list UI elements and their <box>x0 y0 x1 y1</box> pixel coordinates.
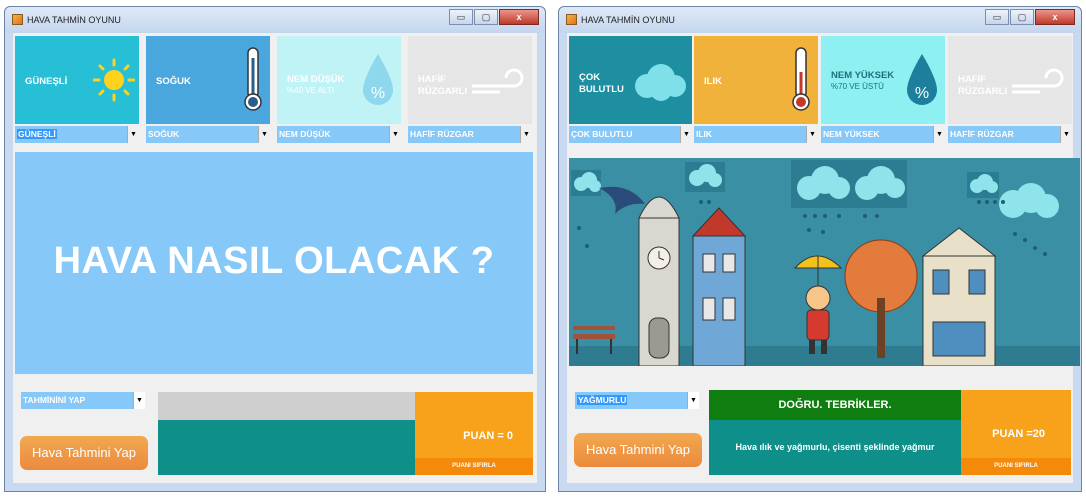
thermometer-icon <box>792 47 810 111</box>
sky-dropdown[interactable]: GÜNEŞLİ ▼ <box>15 126 139 143</box>
sky-dropdown[interactable]: ÇOK BULUTLU ▼ <box>569 126 692 143</box>
tile-warm: ILIK <box>694 36 818 124</box>
close-button[interactable]: x <box>1035 9 1075 25</box>
guess-dropdown[interactable]: TAHMİNİNİ YAP ▼ <box>21 392 145 409</box>
cloud-icon <box>685 162 725 192</box>
maximize-button[interactable]: ▢ <box>1010 9 1034 25</box>
humidity-dropdown[interactable]: NEM YÜKSEK ▼ <box>821 126 945 143</box>
reset-score-button[interactable]: PUANI SIFIRLA <box>415 458 533 475</box>
blue-house <box>691 207 747 366</box>
chevron-down-icon[interactable]: ▼ <box>680 126 692 143</box>
chevron-down-icon[interactable]: ▼ <box>258 126 270 143</box>
game-window-initial: HAVA TAHMİN OYUNU ▭ ▢ x GÜNEŞLİ SOĞUK NE… <box>4 6 546 492</box>
chevron-down-icon[interactable]: ▼ <box>520 126 532 143</box>
chevron-down-icon[interactable]: ▼ <box>933 126 945 143</box>
feedback-title: DOĞRU. TEBRİKLER. <box>709 390 961 420</box>
app-icon <box>566 14 577 25</box>
tile-label: HAFİF RÜZGARLI <box>958 74 1008 97</box>
dropdown-value: NEM DÜŞÜK <box>279 129 331 139</box>
wind-dropdown[interactable]: HAFİF RÜZGAR ▼ <box>948 126 1072 143</box>
temperature-dropdown[interactable]: ILIK ▼ <box>694 126 818 143</box>
tile-sublabel: %70 VE ÜSTÜ <box>831 82 884 91</box>
question-panel: HAVA NASIL OLACAK ? <box>15 152 533 374</box>
wind-icon <box>1012 68 1064 94</box>
tile-light-wind: HAFİF RÜZGARLI <box>408 36 532 124</box>
score-text: PUAN =20 <box>992 428 1045 440</box>
predict-button[interactable]: Hava Tahmini Yap <box>574 433 702 467</box>
sun-icon <box>93 58 135 102</box>
humidity-dropdown[interactable]: NEM DÜŞÜK ▼ <box>277 126 401 143</box>
minimize-button[interactable]: ▭ <box>449 9 473 25</box>
wind-dropdown[interactable]: HAFİF RÜZGAR ▼ <box>408 126 532 143</box>
game-window-result: HAVA TAHMİN OYUNU ▭ ▢ x ÇOK BULUTLU ILIK <box>558 6 1082 492</box>
dropdown-value: TAHMİNİNİ YAP <box>23 395 86 405</box>
tile-humidity-high: NEM YÜKSEK %70 VE ÜSTÜ % <box>821 36 945 124</box>
tile-label: NEM DÜŞÜK <box>287 74 345 85</box>
feedback-title <box>158 392 415 420</box>
dropdown-value: ÇOK BULUTLU <box>571 129 633 139</box>
title-bar[interactable]: HAVA TAHMİN OYUNU ▭ ▢ x <box>559 7 1081 33</box>
window-client-area: GÜNEŞLİ SOĞUK NEM DÜŞÜK %40 VE ALTI % HA… <box>13 33 537 483</box>
tile-label: HAFİF RÜZGARLI <box>418 74 468 97</box>
chevron-down-icon[interactable]: ▼ <box>1060 126 1072 143</box>
tile-light-wind: HAFİF RÜZGARLI <box>948 36 1072 124</box>
chevron-down-icon[interactable]: ▼ <box>806 126 818 143</box>
dropdown-value: YAĞMURLU <box>577 395 628 405</box>
dropdown-value: SOĞUK <box>148 129 180 139</box>
wind-icon <box>472 68 524 94</box>
reset-score-button[interactable]: PUANI SIFIRLA <box>961 458 1071 475</box>
tile-label: NEM YÜKSEK <box>831 70 895 81</box>
close-button[interactable]: x <box>499 9 539 25</box>
humidity-drop-icon: % <box>363 54 393 105</box>
score-panel: PUAN = 0 <box>415 392 533 458</box>
tile-label: ÇOK BULUTLU <box>579 72 624 95</box>
tile-very-cloudy: ÇOK BULUTLU <box>569 36 692 124</box>
score-text: PUAN = 0 <box>463 430 513 442</box>
tile-humidity-low: NEM DÜŞÜK %40 VE ALTI % <box>277 36 401 124</box>
chevron-down-icon[interactable]: ▼ <box>687 392 699 409</box>
title-bar[interactable]: HAVA TAHMİN OYUNU ▭ ▢ x <box>5 7 545 33</box>
feedback-body <box>158 420 415 475</box>
tile-sublabel: %40 VE ALTI <box>287 86 334 95</box>
window-title: HAVA TAHMİN OYUNU <box>581 15 675 25</box>
tile-label: GÜNEŞLİ <box>25 76 68 87</box>
predict-button[interactable]: Hava Tahmini Yap <box>20 436 148 470</box>
guess-dropdown[interactable]: YAĞMURLU ▼ <box>575 392 699 409</box>
score-panel: PUAN =20 <box>961 390 1071 458</box>
tile-label: ILIK <box>704 76 722 87</box>
chevron-down-icon[interactable]: ▼ <box>133 392 145 409</box>
maximize-button[interactable]: ▢ <box>474 9 498 25</box>
tile-sunny: GÜNEŞLİ <box>15 36 139 124</box>
window-title: HAVA TAHMİN OYUNU <box>27 15 121 25</box>
app-icon <box>12 14 23 25</box>
svg-text:%: % <box>915 85 929 102</box>
cloud-icon <box>635 64 686 101</box>
dropdown-value: GÜNEŞLİ <box>17 129 57 139</box>
dropdown-value: NEM YÜKSEK <box>823 129 880 139</box>
minimize-button[interactable]: ▭ <box>985 9 1009 25</box>
cloud-icon <box>571 170 601 196</box>
question-text: HAVA NASIL OLACAK ? <box>53 240 495 282</box>
dropdown-value: HAFİF RÜZGAR <box>950 129 1014 139</box>
chevron-down-icon[interactable]: ▼ <box>389 126 401 143</box>
svg-text:%: % <box>371 85 385 102</box>
humidity-drop-icon: % <box>907 54 937 105</box>
chevron-down-icon[interactable]: ▼ <box>127 126 139 143</box>
feedback-body: Hava ılık ve yağmurlu, çisenti şeklinde … <box>709 420 961 475</box>
dropdown-value: HAFİF RÜZGAR <box>410 129 474 139</box>
cloud-icon <box>791 160 907 208</box>
window-client-area: ÇOK BULUTLU ILIK NEM YÜKSEK %70 VE ÜSTÜ … <box>567 33 1080 483</box>
weather-illustration <box>569 158 1080 366</box>
thermometer-icon <box>244 47 262 111</box>
tile-cold: SOĞUK <box>146 36 270 124</box>
clock-tower <box>638 196 680 366</box>
cream-house <box>921 227 997 366</box>
temperature-dropdown[interactable]: SOĞUK ▼ <box>146 126 270 143</box>
tile-label: SOĞUK <box>156 76 191 87</box>
dropdown-value: ILIK <box>696 129 713 139</box>
